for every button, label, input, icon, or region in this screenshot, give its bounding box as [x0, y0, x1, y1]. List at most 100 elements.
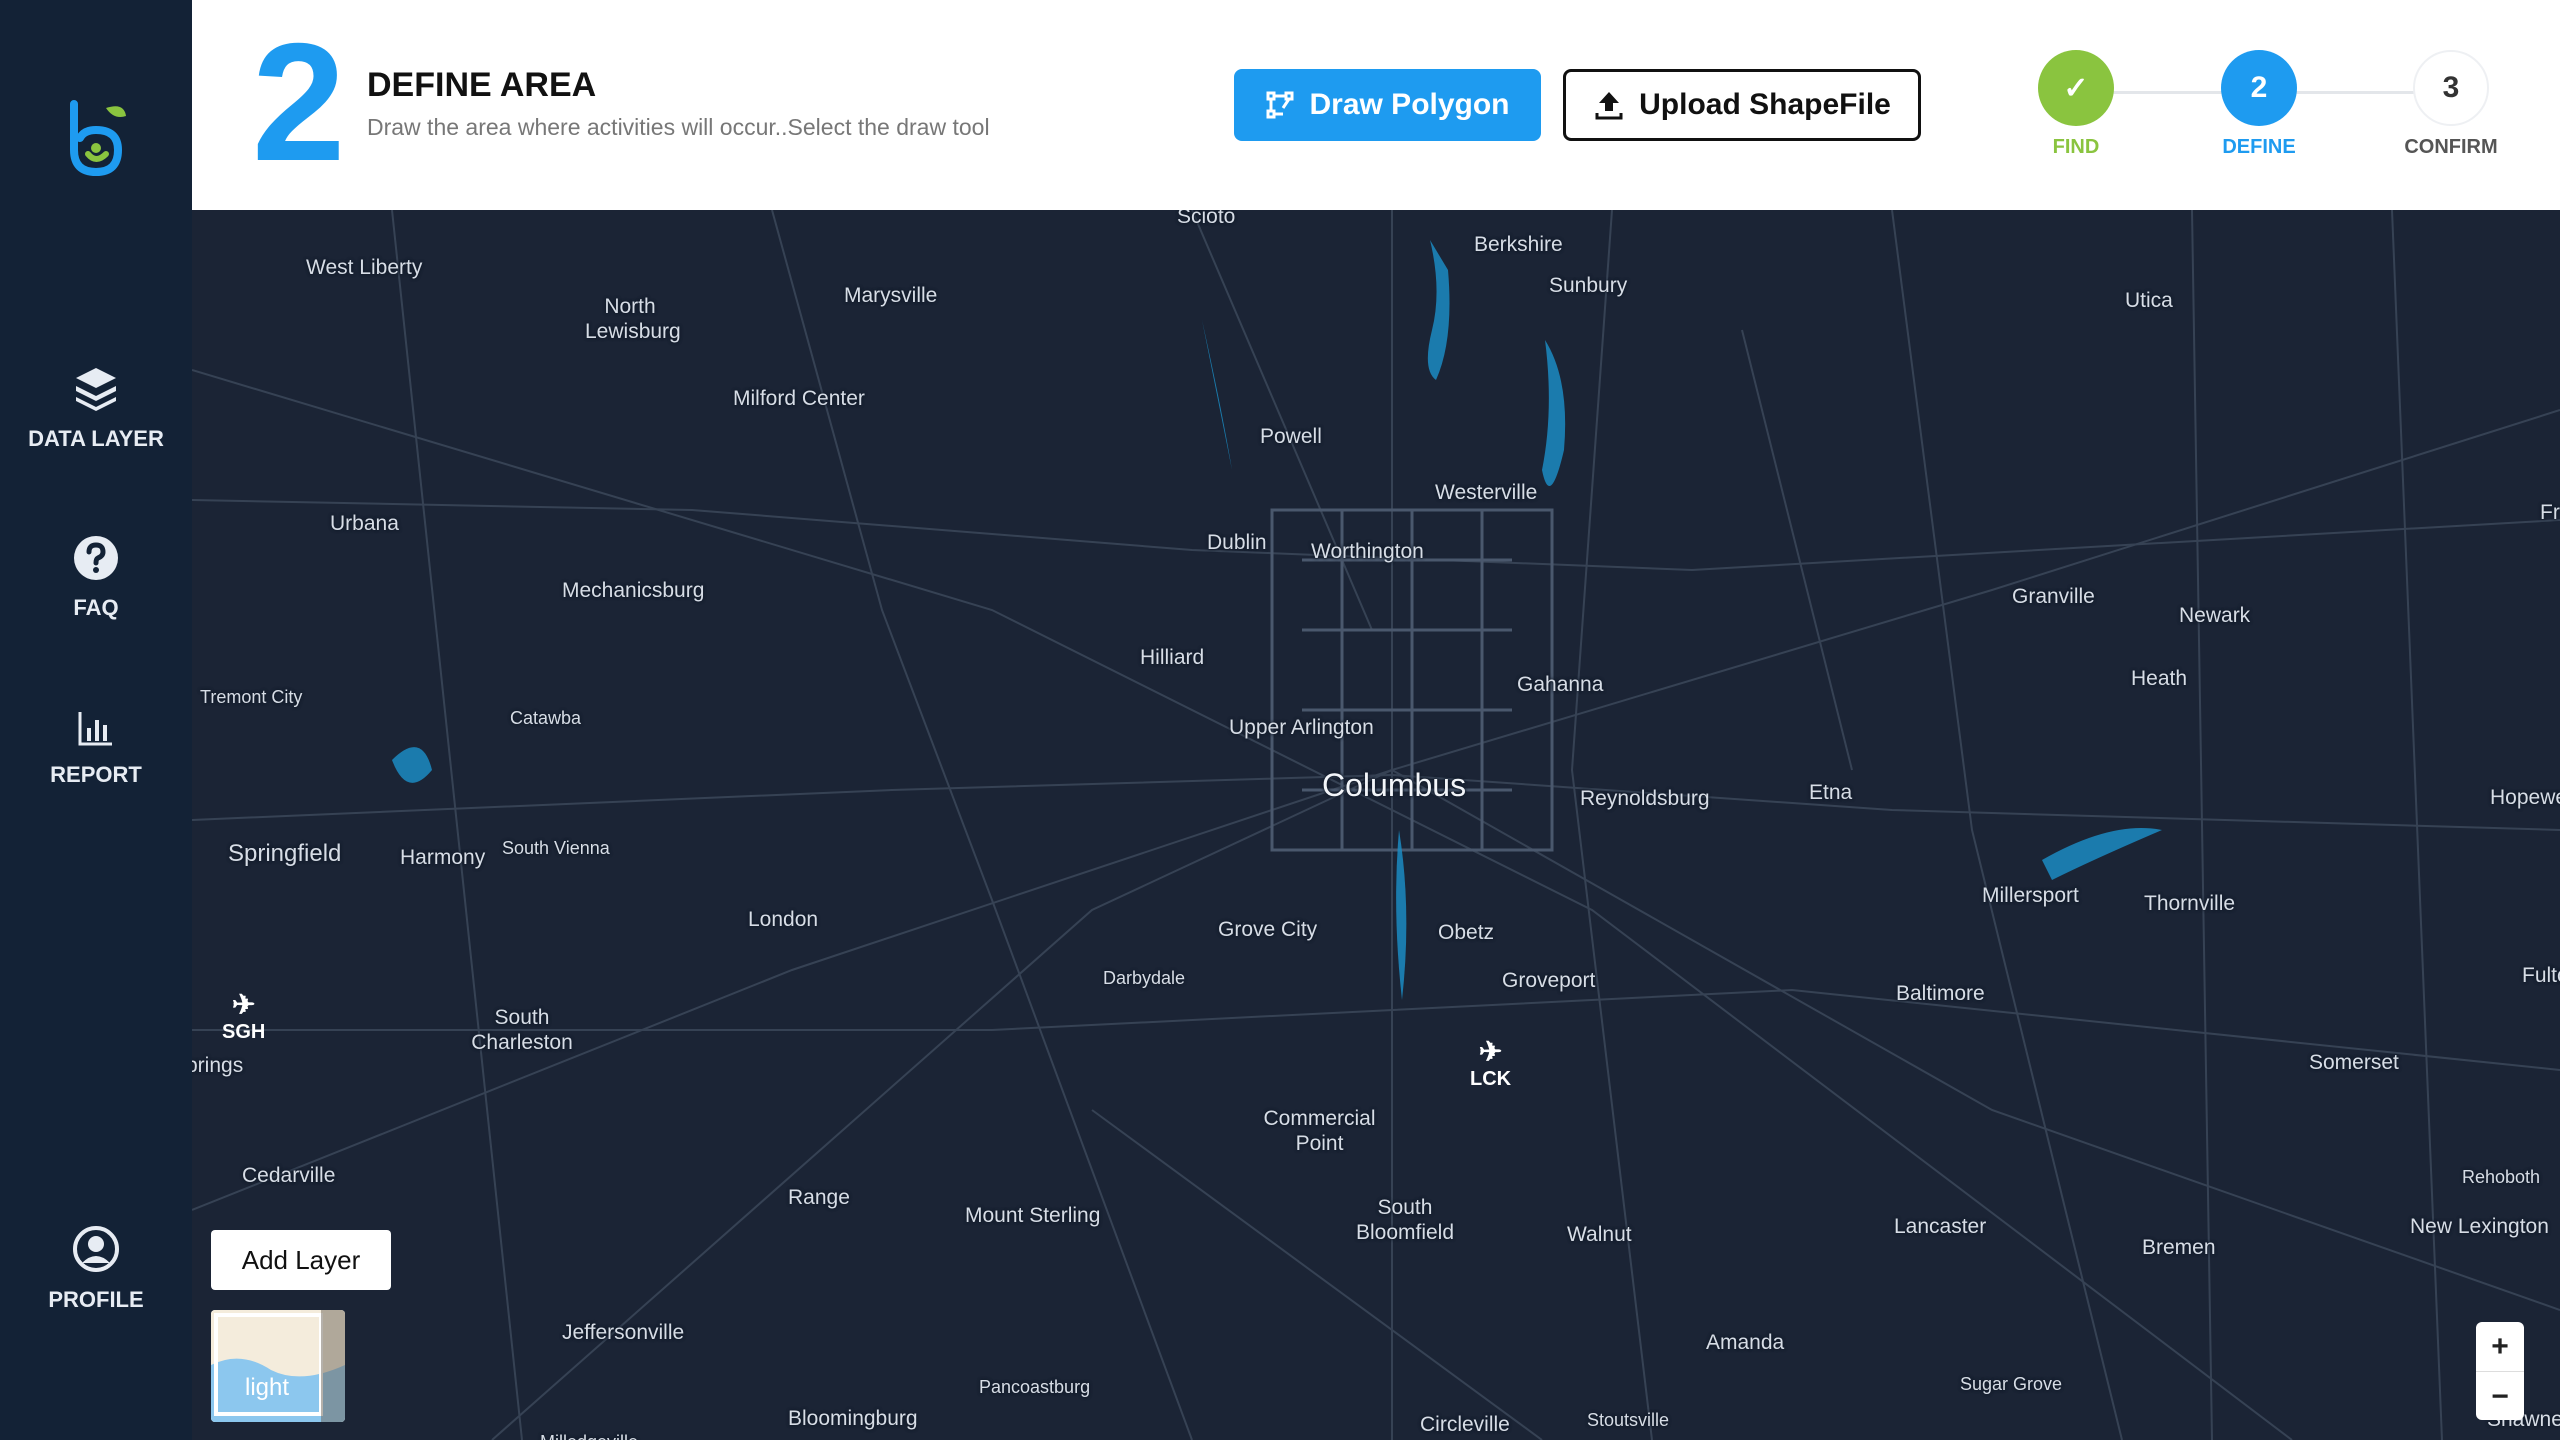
user-circle-icon	[73, 1226, 119, 1272]
map-place-label: Bloomingburg	[788, 1407, 918, 1430]
map-place-label: Fr	[2540, 501, 2560, 524]
step-number: 2	[252, 8, 346, 196]
sidebar-item-label: REPORT	[50, 762, 142, 787]
map-place-label: Stoutsville	[1587, 1410, 1670, 1430]
map-place-label: prings	[192, 1054, 244, 1077]
airport-code: SGH	[222, 1021, 266, 1043]
basemap-preview	[211, 1310, 345, 1422]
help-icon	[74, 536, 118, 580]
map-canvas[interactable]: Scioto Berkshire Sunbury West Liberty No…	[192, 210, 2560, 1440]
map-place-label: Milledgeville	[540, 1432, 638, 1440]
map-place-label: Jeffersonville	[562, 1321, 685, 1344]
check-icon: ✓	[2063, 71, 2089, 105]
map-place-label: Thornville	[2144, 892, 2236, 915]
step-find-circle[interactable]: ✓	[2038, 50, 2114, 126]
map-place-label: South Charleston	[471, 1006, 573, 1055]
map-place-label: Etna	[1809, 781, 1853, 804]
map-place-label: Powell	[1260, 425, 1322, 448]
map-place-label: Newark	[2179, 604, 2251, 627]
map-place-label: Hilliard	[1140, 646, 1205, 669]
map-place-label: Upper Arlington	[1229, 716, 1374, 739]
add-layer-button[interactable]: Add Layer	[211, 1230, 391, 1290]
header-bar: 2 DEFINE AREA Draw the area where activi…	[192, 0, 2560, 210]
map-place-label: Berkshire	[1474, 233, 1563, 256]
map-place-label: Reynoldsburg	[1580, 787, 1710, 810]
map-place-label: Granville	[2012, 585, 2095, 608]
layers-icon	[76, 368, 116, 411]
step-define-circle[interactable]: 2	[2221, 50, 2297, 126]
map-place-label: Milford Center	[733, 387, 865, 410]
map-place-label: Obetz	[1438, 921, 1495, 944]
map-place-label: Heath	[2131, 667, 2188, 690]
map-place-label: Urbana	[330, 512, 399, 535]
map-place-label: Baltimore	[1896, 982, 1985, 1005]
map-place-label: Mechanicsburg	[562, 579, 705, 602]
sidebar-item-label: FAQ	[73, 595, 119, 620]
upload-shapefile-label: Upload ShapeFile	[1639, 88, 1891, 121]
map-place-label: South Bloomfield	[1355, 1196, 1455, 1245]
airport-marker[interactable]: ✈ LCK	[1470, 1035, 1511, 1091]
map-place-label: Worthington	[1311, 540, 1424, 563]
draw-polygon-button[interactable]: Draw Polygon	[1234, 69, 1541, 141]
step-define-number: 2	[2250, 71, 2268, 104]
step-confirm-label: CONFIRM	[2404, 136, 2498, 158]
map-place-label: Lancaster	[1894, 1215, 1987, 1238]
sidebar-item-report[interactable]: REPORT	[0, 708, 192, 788]
map-place-label: Circleville	[1420, 1413, 1510, 1436]
zoom-out-button[interactable]: −	[2476, 1372, 2524, 1421]
map-place-label: Springfield	[228, 840, 342, 867]
map-place-label: Sunbury	[1549, 274, 1628, 297]
map-place-label: Cedarville	[242, 1164, 336, 1187]
map-place-label: Millersport	[1982, 884, 2079, 907]
upload-icon	[1595, 92, 1623, 120]
polygon-icon	[1266, 91, 1294, 119]
step-define-label: DEFINE	[2222, 136, 2296, 158]
airport-marker[interactable]: ✈ SGH	[222, 988, 265, 1044]
map-place-label: Amanda	[1706, 1331, 1785, 1354]
map-place-label: New Lexington	[2410, 1215, 2549, 1238]
sidebar-item-profile[interactable]: PROFILE	[0, 1225, 192, 1313]
zoom-control: + −	[2476, 1322, 2524, 1420]
brand-logo-icon[interactable]	[66, 98, 128, 180]
map-place-label: Harmony	[400, 846, 486, 869]
map-place-label: Groveport	[1502, 969, 1596, 992]
basemap-label: light	[245, 1374, 290, 1401]
map-place-label: Bremen	[2142, 1236, 2216, 1259]
map-place-label: Marysville	[844, 284, 938, 307]
map-place-label: Range	[788, 1186, 850, 1209]
step-confirm-number: 3	[2442, 71, 2460, 104]
map-place-label: West Liberty	[306, 256, 423, 279]
map-place-label: Utica	[2125, 289, 2173, 312]
airplane-icon: ✈	[1478, 1036, 1503, 1067]
airport-code: LCK	[1470, 1068, 1512, 1090]
map-place-label: Pancoastburg	[979, 1377, 1091, 1397]
map-place-label: Somerset	[2309, 1051, 2399, 1074]
draw-polygon-label: Draw Polygon	[1309, 88, 1510, 121]
map-place-label: Westerville	[1435, 481, 1538, 504]
sidebar-item-faq[interactable]: FAQ	[0, 535, 192, 621]
map-place-label: South Vienna	[502, 838, 610, 858]
map-place-label: Dublin	[1207, 531, 1267, 554]
bar-chart-icon	[78, 712, 112, 746]
map-place-label: Hopewe	[2490, 786, 2560, 809]
map-place-label: Gahanna	[1517, 673, 1604, 696]
map-place-label: Sugar Grove	[1960, 1374, 2063, 1394]
map-place-label: Grove City	[1218, 918, 1318, 941]
map-place-label: North Lewisburg	[585, 295, 681, 344]
step-confirm-circle[interactable]: 3	[2413, 50, 2489, 126]
map-place-label: Walnut	[1567, 1223, 1632, 1246]
sidebar-item-data-layer[interactable]: DATA LAYER	[0, 364, 192, 452]
upload-shapefile-button[interactable]: Upload ShapeFile	[1563, 69, 1921, 141]
page-description: Draw the area where activities will occu…	[367, 114, 990, 140]
step-find-label: FIND	[2052, 136, 2100, 158]
sidebar: DATA LAYER FAQ REPORT PROFILE	[0, 0, 192, 1440]
map-place-label: Commercial Point	[1263, 1107, 1376, 1156]
map-place-label: Fulto	[2522, 964, 2560, 987]
map-place-label: Columbus	[1322, 767, 1467, 803]
basemap-switcher[interactable]: light	[211, 1310, 345, 1422]
sidebar-item-label: DATA LAYER	[28, 426, 164, 451]
map-place-label: Catawba	[510, 708, 582, 728]
zoom-in-button[interactable]: +	[2476, 1322, 2524, 1372]
map-place-label: Darbydale	[1103, 968, 1186, 988]
map-place-label: Rehoboth	[2462, 1167, 2541, 1187]
